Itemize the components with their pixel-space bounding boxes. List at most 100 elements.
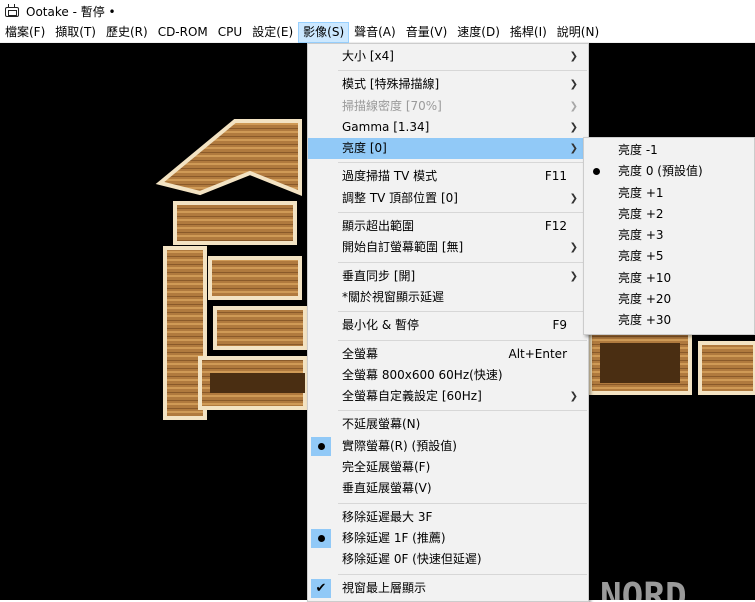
menu-settings[interactable]: 設定(E) — [247, 22, 298, 43]
menu-history[interactable]: 歷史(R) — [101, 22, 153, 43]
video-menu: 大小 [x4] ❯ 模式 [特殊掃描線] ❯ 掃描線密度 [70%] ❯ Gamma … — [307, 43, 589, 602]
menu-cdrom[interactable]: CD-ROM — [153, 22, 213, 43]
item-label: 掃描線密度 [70%] — [342, 98, 442, 113]
brightness-plus10-item[interactable]: 亮度 +10 — [584, 268, 754, 289]
item-label: 不延展螢幕(N) — [342, 417, 421, 432]
overscan-tv-item[interactable]: 過度掃描 TV 模式 F11 — [308, 166, 588, 187]
separator — [338, 261, 587, 263]
item-label: 實際螢幕(R) (預設值) — [342, 438, 457, 453]
brightness-plus30-item[interactable]: 亮度 +30 — [584, 310, 754, 331]
item-label: 開始自訂螢幕範圍 [無] — [342, 240, 464, 255]
no-stretch-item[interactable]: 不延展螢幕(N) — [308, 414, 588, 435]
menu-bar: 檔案(F) 擷取(T) 歷史(R) CD-ROM CPU 設定(E) 影像(S)… — [0, 21, 755, 43]
custom-screen-range-item[interactable]: 開始自訂螢幕範圍 [無] ❯ — [308, 237, 588, 258]
item-label: 移除延遲 0F (快速但延遲) — [342, 552, 482, 567]
actual-screen-item[interactable]: 實際螢幕(R) (預設值) — [308, 436, 588, 457]
brightness-submenu: 亮度 -1 亮度 0 (預設值) 亮度 +1 亮度 +2 亮度 +3 亮度 +5… — [583, 137, 755, 335]
remove-delay-0f-item[interactable]: 移除延遲 0F (快速但延遲) — [308, 549, 588, 570]
item-label: 全螢幕 800x600 60Hz(快速) — [342, 367, 503, 382]
item-label: 亮度 +2 — [618, 206, 664, 221]
vertical-stretch-item[interactable]: 垂直延展螢幕(V) — [308, 478, 588, 499]
item-label: 全螢幕自定義設定 [60Hz] — [342, 389, 482, 404]
menu-file[interactable]: 檔案(F) — [0, 22, 50, 43]
separator — [338, 311, 587, 313]
chevron-right-icon: ❯ — [569, 100, 578, 112]
item-label: 亮度 +30 — [618, 313, 672, 328]
menu-cpu[interactable]: CPU — [213, 22, 247, 43]
item-label: 亮度 +20 — [618, 292, 672, 307]
menu-volume[interactable]: 音量(V) — [401, 22, 453, 43]
fullscreen-800x600-item[interactable]: 全螢幕 800x600 60Hz(快速) — [308, 365, 588, 386]
brightness-plus1-item[interactable]: 亮度 +1 — [584, 183, 754, 204]
menu-capture[interactable]: 擷取(T) — [50, 22, 101, 43]
vsync-item[interactable]: 垂直同步 [開] ❯ — [308, 266, 588, 287]
chevron-right-icon: ❯ — [569, 79, 578, 91]
chevron-right-icon: ❯ — [569, 143, 578, 155]
minimize-pause-item[interactable]: 最小化 & 暫停 F9 — [308, 315, 588, 336]
brightness-0-item[interactable]: 亮度 0 (預設值) — [584, 161, 754, 182]
chevron-right-icon: ❯ — [569, 51, 578, 62]
menu-speed[interactable]: 速度(D) — [452, 22, 505, 43]
brightness-minus1-item[interactable]: 亮度 -1 — [584, 140, 754, 161]
item-label: 完全延展螢幕(F) — [342, 460, 431, 475]
brightness-plus2-item[interactable]: 亮度 +2 — [584, 204, 754, 225]
brightness-plus3-item[interactable]: 亮度 +3 — [584, 225, 754, 246]
item-label: *關於視窗顯示延遲 — [342, 289, 445, 304]
chevron-right-icon: ❯ — [569, 121, 578, 133]
item-label: 移除延遲最大 3F — [342, 509, 433, 524]
checkmark-icon: ✔ — [311, 578, 331, 598]
menu-video[interactable]: 影像(S) — [298, 21, 350, 43]
separator — [338, 339, 587, 341]
chevron-right-icon: ❯ — [569, 391, 578, 403]
title-bar: Ootake - 暫停 • — [0, 0, 755, 22]
item-label: 模式 [特殊掃描線] — [342, 77, 440, 92]
chevron-right-icon: ❯ — [569, 270, 578, 282]
fullscreen-item[interactable]: 全螢幕 Alt+Enter — [308, 344, 588, 365]
item-label: 大小 [x4] — [342, 49, 394, 63]
remove-delay-1f-item[interactable]: 移除延遲 1F (推薦) — [308, 528, 588, 549]
item-label: 最小化 & 暫停 — [342, 318, 419, 333]
item-label: 亮度 +1 — [618, 185, 664, 200]
display-delay-info-item[interactable]: *關於視窗顯示延遲 — [308, 287, 588, 308]
menu-help[interactable]: 說明(N) — [552, 22, 604, 43]
item-label: 垂直延展螢幕(V) — [342, 481, 432, 496]
separator — [338, 70, 587, 72]
fullscreen-custom-item[interactable]: 全螢幕自定義設定 [60Hz] ❯ — [308, 386, 588, 407]
brightness-plus5-item[interactable]: 亮度 +5 — [584, 246, 754, 267]
full-stretch-item[interactable]: 完全延展螢幕(F) — [308, 457, 588, 478]
remove-delay-3f-item[interactable]: 移除延遲最大 3F — [308, 507, 588, 528]
item-label: 視窗最上層顯示 — [342, 580, 427, 595]
item-label: 垂直同步 [開] — [342, 268, 416, 283]
tv-app-icon — [4, 4, 20, 18]
separator — [338, 573, 587, 575]
item-label: 亮度 [0] — [342, 141, 387, 156]
video-mode-item[interactable]: 模式 [特殊掃描線] ❯ — [308, 74, 588, 95]
show-overscan-item[interactable]: 顯示超出範圍 F12 — [308, 216, 588, 237]
radio-bullet-icon — [593, 168, 600, 176]
radio-bullet-icon — [311, 528, 331, 548]
item-label: 亮度 +10 — [618, 270, 672, 285]
video-size-item[interactable]: 大小 [x4] ❯ — [308, 46, 588, 67]
item-label: 亮度 -1 — [618, 143, 658, 157]
scanline-density-item: 掃描線密度 [70%] ❯ — [308, 96, 588, 117]
menu-joystick[interactable]: 搖桿(I) — [505, 22, 552, 43]
separator — [338, 410, 587, 412]
brightness-plus20-item[interactable]: 亮度 +20 — [584, 289, 754, 310]
chevron-right-icon: ❯ — [569, 242, 578, 254]
separator — [338, 212, 587, 214]
tv-top-position-item[interactable]: 調整 TV 頂部位置 [0] ❯ — [308, 188, 588, 209]
radio-bullet-icon — [311, 436, 331, 456]
separator — [338, 502, 587, 504]
item-label: 移除延遲 1F (推薦) — [342, 530, 446, 545]
window-title: Ootake - 暫停 • — [26, 4, 116, 19]
chevron-right-icon: ❯ — [569, 192, 578, 204]
always-on-top-item[interactable]: ✔ 視窗最上層顯示 — [308, 578, 588, 599]
menu-sound[interactable]: 聲音(A) — [349, 22, 401, 43]
gamma-item[interactable]: Gamma [1.34] ❯ — [308, 117, 588, 138]
shortcut-label: F9 — [552, 318, 567, 333]
shortcut-label: Alt+Enter — [508, 346, 567, 361]
game-logo-text: NORD — [600, 576, 687, 600]
shortcut-label: F12 — [544, 219, 567, 234]
item-label: 過度掃描 TV 模式 — [342, 169, 438, 184]
brightness-item[interactable]: 亮度 [0] ❯ — [308, 138, 588, 160]
